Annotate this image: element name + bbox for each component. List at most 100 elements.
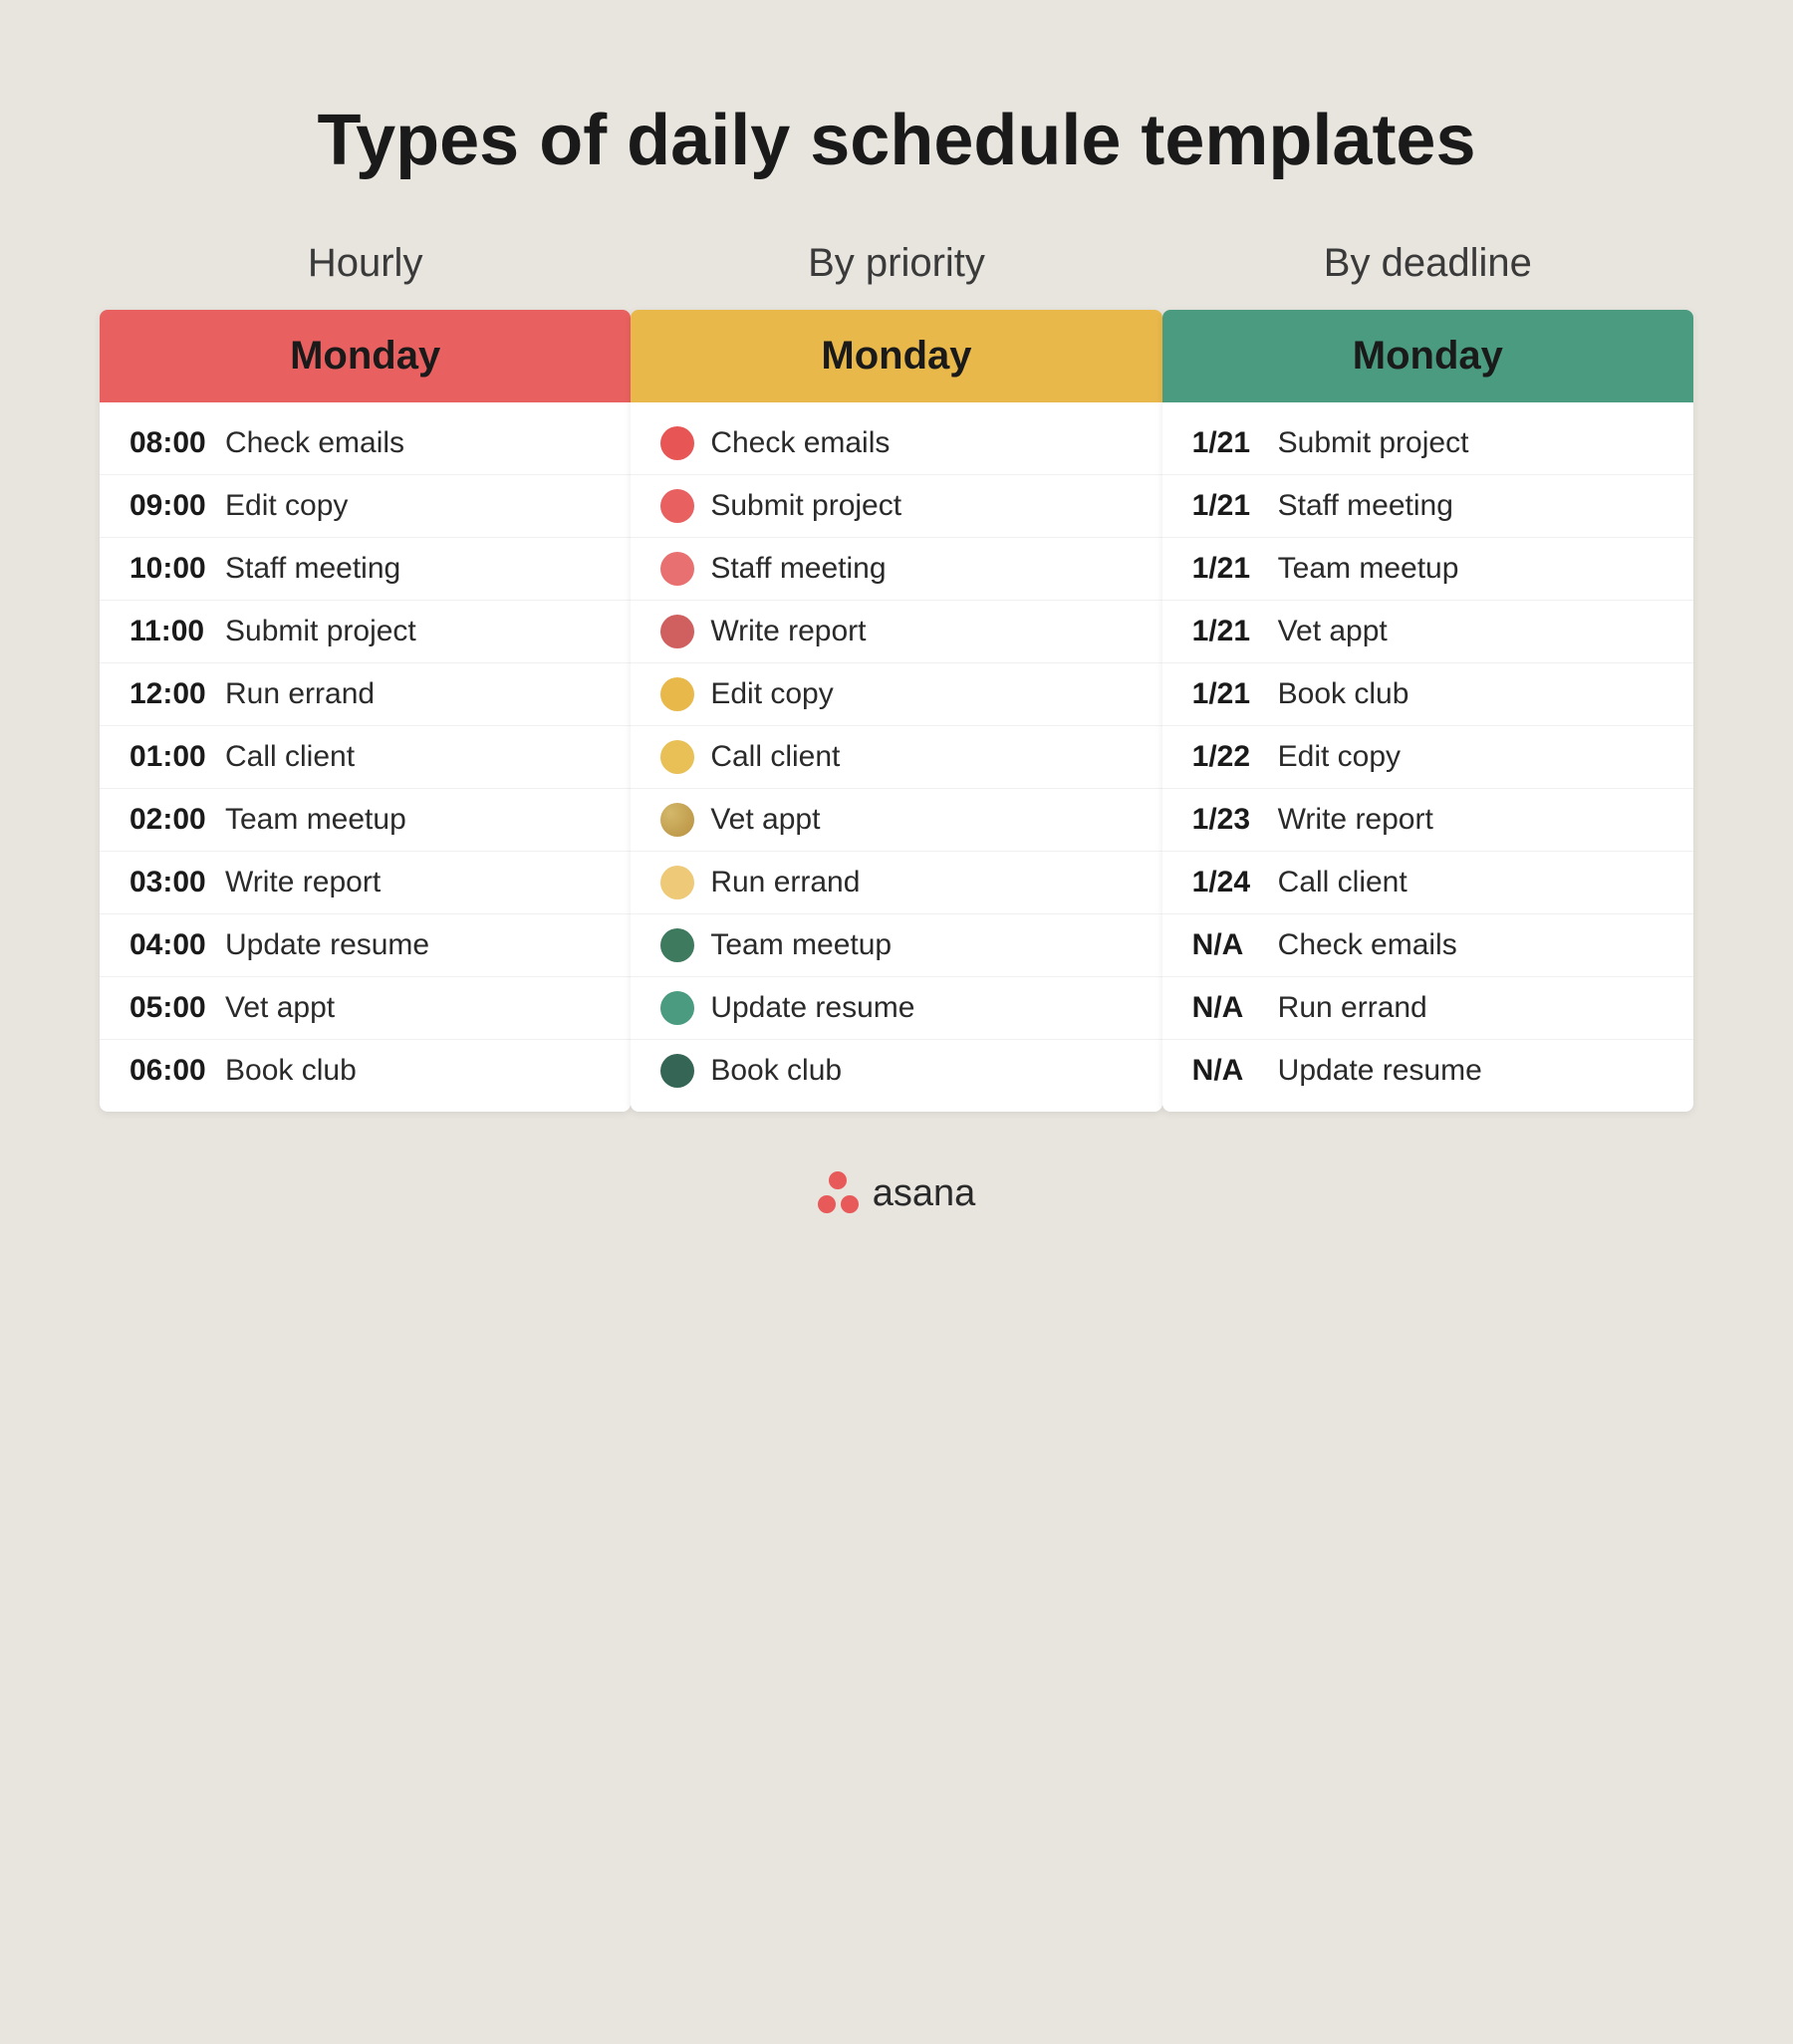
table-row: 08:00 Check emails xyxy=(100,412,631,475)
row-task: Write report xyxy=(225,866,381,899)
row-task: Check emails xyxy=(710,426,890,460)
card-header-text-priority: Monday xyxy=(821,334,971,378)
priority-dot-icon xyxy=(660,991,694,1025)
table-row: 1/24 Call client xyxy=(1162,852,1693,914)
table-row: 1/23 Write report xyxy=(1162,789,1693,852)
card-header-text-hourly: Monday xyxy=(290,334,440,378)
table-row: 1/21 Vet appt xyxy=(1162,601,1693,663)
table-row: 12:00 Run errand xyxy=(100,663,631,726)
card-deadline: Monday 1/21 Submit project 1/21 Staff me… xyxy=(1162,310,1693,1112)
column-label-priority: By priority xyxy=(808,241,985,286)
priority-dot-icon xyxy=(660,803,694,837)
row-date: 1/21 xyxy=(1192,426,1262,460)
page-title: Types of daily schedule templates xyxy=(317,100,1475,181)
asana-brand-name: asana xyxy=(873,1172,976,1215)
row-date: N/A xyxy=(1192,1054,1262,1088)
column-hourly: Hourly Monday 08:00 Check emails 09:00 E… xyxy=(100,241,631,1112)
row-task: Team meetup xyxy=(1278,552,1459,586)
table-row: Update resume xyxy=(631,977,1161,1040)
row-task: Book club xyxy=(710,1054,842,1088)
table-row: 10:00 Staff meeting xyxy=(100,538,631,601)
priority-dot-icon xyxy=(660,489,694,523)
card-body-hourly: 08:00 Check emails 09:00 Edit copy 10:00… xyxy=(100,402,631,1112)
row-time: 09:00 xyxy=(129,489,209,523)
table-row: Vet appt xyxy=(631,789,1161,852)
row-task: Edit copy xyxy=(225,489,348,523)
table-row: N/A Run errand xyxy=(1162,977,1693,1040)
card-header-priority: Monday xyxy=(631,310,1161,402)
card-hourly: Monday 08:00 Check emails 09:00 Edit cop… xyxy=(100,310,631,1112)
table-row: Staff meeting xyxy=(631,538,1161,601)
asana-footer: asana xyxy=(818,1171,976,1215)
row-task: Run errand xyxy=(225,677,375,711)
row-task: Vet appt xyxy=(225,991,335,1025)
row-task: Call client xyxy=(1278,866,1408,899)
row-task: Write report xyxy=(1278,803,1433,837)
row-task: Update resume xyxy=(1278,1054,1482,1088)
table-row: Submit project xyxy=(631,475,1161,538)
table-row: 02:00 Team meetup xyxy=(100,789,631,852)
row-time: 05:00 xyxy=(129,991,209,1025)
priority-dot-icon xyxy=(660,866,694,899)
row-task: Write report xyxy=(710,615,866,648)
table-row: Edit copy xyxy=(631,663,1161,726)
table-row: Write report xyxy=(631,601,1161,663)
table-row: Call client xyxy=(631,726,1161,789)
row-date: 1/21 xyxy=(1192,615,1262,648)
row-task: Check emails xyxy=(225,426,404,460)
table-row: Book club xyxy=(631,1040,1161,1102)
table-row: 09:00 Edit copy xyxy=(100,475,631,538)
row-task: Staff meeting xyxy=(710,552,886,586)
row-time: 12:00 xyxy=(129,677,209,711)
row-task: Edit copy xyxy=(1278,740,1401,774)
row-task: Update resume xyxy=(225,928,429,962)
card-header-hourly: Monday xyxy=(100,310,631,402)
table-row: N/A Check emails xyxy=(1162,914,1693,977)
table-row: Run errand xyxy=(631,852,1161,914)
row-task: Vet appt xyxy=(1278,615,1388,648)
column-label-hourly: Hourly xyxy=(308,241,423,286)
row-time: 10:00 xyxy=(129,552,209,586)
table-row: Team meetup xyxy=(631,914,1161,977)
row-task: Check emails xyxy=(1278,928,1457,962)
asana-dots-top xyxy=(829,1171,847,1195)
column-deadline: By deadline Monday 1/21 Submit project 1… xyxy=(1162,241,1693,1112)
priority-dot-icon xyxy=(660,1054,694,1088)
table-row: 1/21 Team meetup xyxy=(1162,538,1693,601)
columns-wrapper: Hourly Monday 08:00 Check emails 09:00 E… xyxy=(100,241,1693,1112)
row-task: Vet appt xyxy=(710,803,820,837)
table-row: 1/21 Submit project xyxy=(1162,412,1693,475)
table-row: 06:00 Book club xyxy=(100,1040,631,1102)
row-time: 01:00 xyxy=(129,740,209,774)
table-row: 05:00 Vet appt xyxy=(100,977,631,1040)
row-date: 1/21 xyxy=(1192,489,1262,523)
row-time: 06:00 xyxy=(129,1054,209,1088)
row-date: 1/21 xyxy=(1192,552,1262,586)
table-row: 04:00 Update resume xyxy=(100,914,631,977)
row-date: N/A xyxy=(1192,928,1262,962)
row-time: 02:00 xyxy=(129,803,209,837)
row-date: N/A xyxy=(1192,991,1262,1025)
asana-dots-bottom xyxy=(818,1195,859,1213)
card-body-priority: Check emails Submit project Staff meetin… xyxy=(631,402,1161,1112)
column-priority: By priority Monday Check emails Submit p… xyxy=(631,241,1161,1112)
row-task: Submit project xyxy=(1278,426,1469,460)
row-task: Team meetup xyxy=(225,803,406,837)
priority-dot-icon xyxy=(660,615,694,648)
table-row: 11:00 Submit project xyxy=(100,601,631,663)
card-header-deadline: Monday xyxy=(1162,310,1693,402)
row-task: Run errand xyxy=(1278,991,1427,1025)
row-task: Edit copy xyxy=(710,677,833,711)
row-task: Call client xyxy=(225,740,355,774)
column-label-deadline: By deadline xyxy=(1324,241,1532,286)
priority-dot-icon xyxy=(660,740,694,774)
row-task: Submit project xyxy=(710,489,901,523)
row-time: 03:00 xyxy=(129,866,209,899)
asana-dot-bottom-left xyxy=(818,1195,836,1213)
page-container: Types of daily schedule templates Hourly… xyxy=(20,40,1773,2004)
row-task: Staff meeting xyxy=(225,552,400,586)
row-task: Run errand xyxy=(710,866,860,899)
row-time: 04:00 xyxy=(129,928,209,962)
priority-dot-icon xyxy=(660,928,694,962)
row-date: 1/22 xyxy=(1192,740,1262,774)
